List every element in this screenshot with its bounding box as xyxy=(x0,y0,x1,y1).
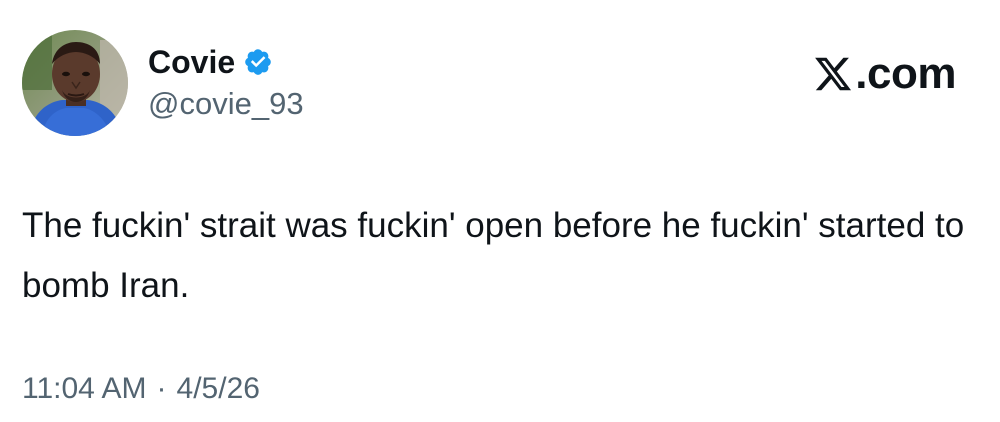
meta-separator: · xyxy=(156,372,167,405)
tweet-card: Covie @covie_93 .com The fuckin' strait … xyxy=(0,0,1000,422)
x-logo-icon xyxy=(813,54,853,94)
avatar[interactable] xyxy=(22,30,128,136)
tweet-meta: 11:04 AM · 4/5/26 xyxy=(22,372,260,406)
author-name-row: Covie xyxy=(148,42,273,82)
display-name[interactable]: Covie xyxy=(148,44,235,81)
tweet-text: The fuckin' strait was fuckin' open befo… xyxy=(22,206,974,305)
brand-text: .com xyxy=(855,49,956,98)
tweet-time[interactable]: 11:04 AM xyxy=(22,372,147,406)
x-com-brand[interactable]: .com xyxy=(813,49,956,98)
author-handle[interactable]: @covie_93 xyxy=(148,86,304,122)
tweet-date[interactable]: 4/5/26 xyxy=(177,372,260,406)
verified-badge-icon xyxy=(243,47,273,77)
avatar-image xyxy=(22,30,128,136)
